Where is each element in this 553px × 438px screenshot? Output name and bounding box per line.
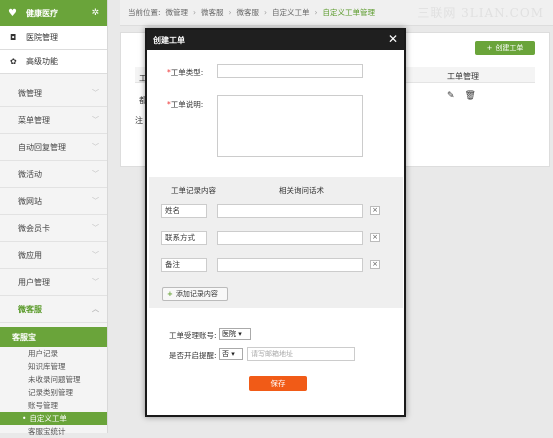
nav-weiguanli[interactable]: 微管理 ﹀ [0, 80, 107, 107]
breadcrumb: 当前位置: 微管理 › 微客服 › 微客服 › 自定义工单 › 自定义工单管理 三联网 … [120, 0, 553, 26]
modal-title: 创建工单 [153, 35, 185, 45]
nav-label: 微会员卡 [18, 223, 50, 233]
camera-icon: ◘ [10, 32, 17, 42]
nav-apps[interactable]: 微应用 ﹀ [0, 242, 107, 269]
nav-autoreply[interactable]: 自动回复管理 ﹀ [0, 134, 107, 161]
sub-item-knowledge-base[interactable]: 知识库管理 [0, 360, 107, 373]
save-button[interactable]: 保存 [249, 376, 307, 391]
brand-title: 健康医疗 [26, 8, 58, 18]
nav-label: 微管理 [18, 88, 42, 98]
record-name-field[interactable]: 姓名 [161, 204, 207, 218]
breadcrumb-separator-icon: › [228, 8, 232, 17]
script-header: 相关询问话术 [279, 186, 324, 195]
nav-label: 微客服 [18, 304, 42, 314]
breadcrumb-separator-icon: › [314, 8, 318, 17]
column-header-ticket-manage: 工单管理 [447, 72, 479, 81]
record-header: 工单记录内容 [171, 186, 216, 195]
note-text: 注 [135, 116, 143, 125]
nav-users[interactable]: 用户管理 ﹀ [0, 269, 107, 296]
nav-website[interactable]: 微网站 ﹀ [0, 188, 107, 215]
sidebar-item-advanced[interactable]: ✿ 高级功能 [0, 50, 107, 74]
nav-label: 微网站 [18, 196, 42, 206]
nav-membercard[interactable]: 微会员卡 ﹀ [0, 215, 107, 242]
nav-label: 用户管理 [18, 277, 50, 287]
remind-select[interactable]: 否 ▾ [219, 348, 243, 360]
edit-pencil-icon[interactable]: ✎ [447, 91, 455, 101]
chevron-down-icon: ﹀ [92, 116, 99, 124]
nav-activity[interactable]: 微活动 ﹀ [0, 161, 107, 188]
trash-icon[interactable]: 🗑 [465, 91, 476, 101]
nav-label: 自动回复管理 [18, 142, 66, 152]
breadcrumb-link[interactable]: 微客服 [201, 7, 224, 18]
sidebar-item-hospital[interactable]: ◘ 医院管理 [0, 26, 107, 50]
sub-item-custom-tickets[interactable]: 自定义工单 [0, 412, 107, 425]
ticket-type-input[interactable] [217, 64, 363, 78]
plus-icon: + [486, 44, 493, 52]
breadcrumb-prefix: 当前位置: [128, 8, 161, 17]
dropdown-arrow-icon: ▾ [238, 330, 242, 338]
nav-label: 微应用 [18, 250, 42, 260]
create-ticket-modal: 创建工单 ✕ *工单类型: *工单说明: 工单记录内容 相关询问话术 姓名 × … [145, 28, 406, 417]
chevron-down-icon: ﹀ [92, 143, 99, 151]
email-input[interactable]: 请写邮箱地址 [247, 347, 355, 361]
section-header-kefubao[interactable]: 客服宝 [0, 327, 107, 347]
create-ticket-label: 创建工单 [495, 44, 524, 52]
record-script-input[interactable] [217, 258, 363, 272]
record-name-field[interactable]: 联系方式 [161, 231, 207, 245]
heart-icon: ♥ [8, 7, 17, 19]
gear-icon: ✿ [10, 56, 17, 66]
remove-record-icon[interactable]: × [370, 233, 380, 242]
create-ticket-button[interactable]: + 创建工单 [475, 41, 535, 55]
nav-label: 菜单管理 [18, 115, 50, 125]
breadcrumb-link[interactable]: 微客服 [237, 7, 260, 18]
section-label: 客服宝 [12, 332, 36, 342]
plus-icon: + [167, 290, 173, 298]
sidebar-item-label: 高级功能 [26, 57, 58, 66]
nav-menu[interactable]: 菜单管理 ﹀ [0, 107, 107, 134]
remove-record-icon[interactable]: × [370, 260, 380, 269]
chevron-down-icon: ﹀ [92, 224, 99, 232]
chevron-down-icon: ﹀ [92, 89, 99, 97]
breadcrumb-link[interactable]: 微管理 [166, 7, 189, 18]
remind-label: 是否开启提醒: [169, 351, 217, 360]
sub-item-unrecorded-questions[interactable]: 未收录问题管理 [0, 373, 107, 386]
close-icon[interactable]: ✕ [388, 33, 398, 45]
nav-label: 微活动 [18, 169, 42, 179]
watermark: 三联网 3LIAN.COM [417, 6, 544, 20]
nav-customer-service[interactable]: 微客服 ︿ [0, 296, 107, 323]
account-select[interactable]: 医院 ▾ [219, 328, 251, 340]
chevron-up-icon: ︿ [92, 305, 99, 313]
sub-item-statistics[interactable]: 客服宝统计 [0, 425, 107, 438]
type-label: *工单类型: [167, 68, 204, 77]
chevron-down-icon: ﹀ [92, 251, 99, 259]
sub-item-record-categories[interactable]: 记录类别管理 [0, 386, 107, 399]
desc-label: *工单说明: [167, 100, 204, 109]
account-label: 工单受理账号: [169, 331, 217, 340]
breadcrumb-link[interactable]: 自定义工单 [272, 7, 310, 18]
sub-item-accounts[interactable]: 账号管理 [0, 399, 107, 412]
modal-header: 创建工单 ✕ [147, 30, 404, 50]
remove-record-icon[interactable]: × [370, 206, 380, 215]
dropdown-arrow-icon: ▾ [231, 350, 235, 358]
chevron-down-icon: ﹀ [92, 278, 99, 286]
add-record-label: 添加记录内容 [175, 290, 218, 298]
row-actions: ✎ 🗑 [447, 91, 476, 101]
brand-bar: ♥ 健康医疗 ✲ [0, 0, 107, 26]
sidebar: ♥ 健康医疗 ✲ ◘ 医院管理 ✿ 高级功能 微管理 ﹀ 菜单管理 ﹀ 自动回复管理… [0, 0, 108, 436]
record-script-input[interactable] [217, 231, 363, 245]
sidebar-item-label: 医院管理 [26, 33, 58, 42]
record-name-field[interactable]: 备注 [161, 258, 207, 272]
settings-gear-icon[interactable]: ✲ [91, 8, 99, 18]
breadcrumb-current: 自定义工单管理 [322, 8, 376, 17]
ticket-desc-textarea[interactable] [217, 95, 363, 157]
record-script-input[interactable] [217, 204, 363, 218]
chevron-down-icon: ﹀ [92, 170, 99, 178]
chevron-down-icon: ﹀ [92, 197, 99, 205]
add-record-button[interactable]: + 添加记录内容 [162, 287, 228, 301]
sub-item-user-records[interactable]: 用户记录 [0, 347, 107, 360]
breadcrumb-separator-icon: › [264, 8, 268, 17]
breadcrumb-separator-icon: › [193, 8, 197, 17]
